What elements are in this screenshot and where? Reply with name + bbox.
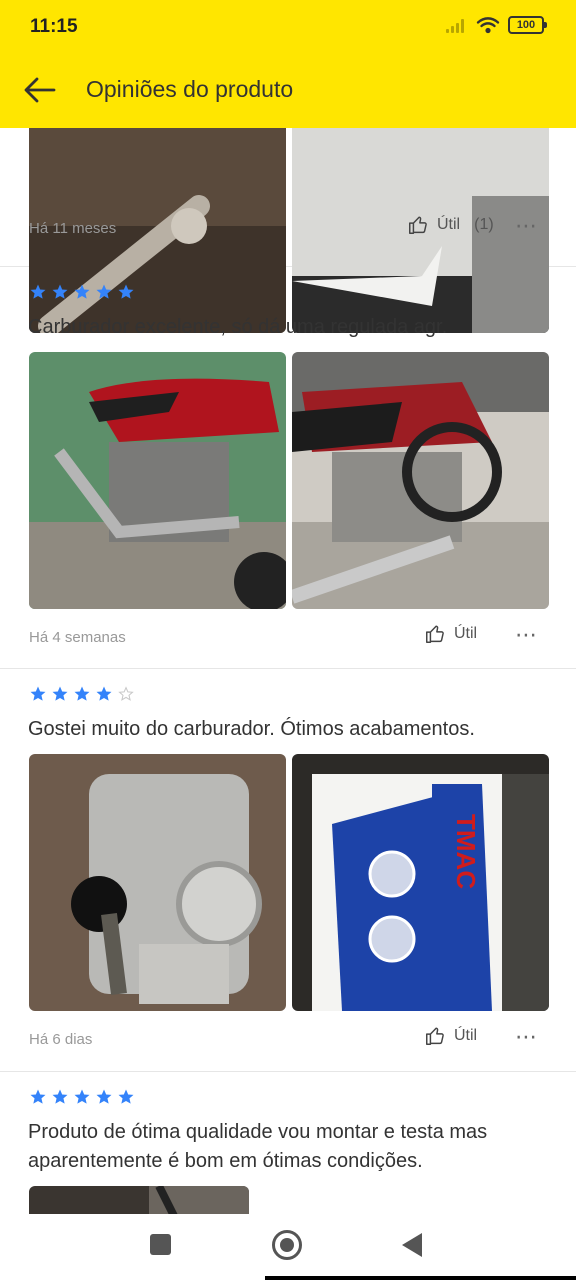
review-photos: TMAC [0, 744, 576, 1011]
useful-button[interactable]: Útil [424, 1025, 477, 1047]
review-footer: Há 11 meses Útil (1) ⋯ [0, 200, 576, 260]
signal-icon [446, 17, 468, 33]
star-rating [0, 267, 576, 301]
svg-text:TMAC: TMAC [451, 814, 481, 889]
system-nav-bar [0, 1214, 576, 1280]
star-filled-icon [73, 283, 91, 301]
star-filled-icon [73, 685, 91, 703]
header: Opiniões do produto [0, 56, 576, 128]
thumbs-up-icon [424, 623, 446, 645]
review-photo-carburetor-box[interactable]: TMAC [292, 754, 549, 1011]
top-app-bar: 11:15 100 Opiniões do produto [0, 0, 576, 128]
home-icon[interactable] [272, 1230, 302, 1260]
review-photo-carburetor-hand[interactable] [29, 754, 286, 1011]
star-filled-icon [117, 283, 135, 301]
review-photos [0, 342, 576, 609]
page-title: Opiniões do produto [86, 76, 294, 102]
back-arrow-icon[interactable] [18, 68, 62, 112]
useful-label: Útil [437, 216, 461, 233]
star-filled-icon [51, 1088, 69, 1106]
star-filled-icon [51, 283, 69, 301]
review-photo-partial[interactable] [29, 1186, 249, 1214]
star-filled-icon [95, 283, 113, 301]
back-icon[interactable] [402, 1233, 422, 1257]
review-item: Há 11 meses Útil (1) ⋯ [0, 128, 576, 333]
recents-icon[interactable] [150, 1234, 171, 1255]
thumbs-up-icon [407, 214, 429, 236]
status-icons: 100 [446, 16, 547, 34]
star-filled-icon [29, 685, 47, 703]
star-filled-icon [117, 1088, 135, 1106]
useful-count: (1) [474, 216, 494, 233]
review-text: Produto de ótima qualidade vou montar e … [28, 1121, 488, 1172]
star-rating [0, 1072, 576, 1106]
review-photo-motorcycle-side[interactable] [29, 352, 286, 609]
useful-button[interactable]: Útil (1) [407, 214, 494, 236]
star-rating [0, 669, 576, 703]
review-date: Há 6 dias [29, 1031, 93, 1048]
more-options-icon[interactable]: ⋯ [515, 213, 538, 239]
wifi-icon [476, 17, 500, 34]
review-photos [0, 1176, 576, 1214]
star-empty-icon [117, 685, 135, 703]
gesture-bar [265, 1276, 576, 1280]
thumbs-up-icon [424, 1025, 446, 1047]
status-time: 11:15 [30, 16, 78, 37]
star-filled-icon [73, 1088, 91, 1106]
status-bar: 11:15 100 [0, 0, 576, 56]
more-options-icon[interactable]: ⋯ [515, 1024, 538, 1050]
review-footer: Há 4 semanas Útil ⋯ [0, 609, 576, 669]
useful-label: Útil [454, 625, 478, 642]
star-filled-icon [29, 283, 47, 301]
star-filled-icon [95, 1088, 113, 1106]
review-text: Gostei muito do carburador. Ótimos acaba… [28, 718, 475, 740]
review-list[interactable]: Há 11 meses Útil (1) ⋯ Carburador excele… [0, 128, 576, 1214]
review-text: Carburador excelente, só dá uma regulada… [28, 316, 448, 338]
useful-label: Útil [454, 1027, 478, 1044]
star-filled-icon [29, 1088, 47, 1106]
more-options-icon[interactable]: ⋯ [515, 622, 538, 648]
review-item: Produto de ótima qualidade vou montar e … [0, 1072, 576, 1214]
review-date: Há 4 semanas [29, 629, 126, 646]
star-filled-icon [51, 685, 69, 703]
review-photo-motorcycle-front[interactable] [292, 352, 549, 609]
review-date: Há 11 meses [29, 220, 117, 237]
review-footer: Há 6 dias Útil ⋯ [0, 1011, 576, 1071]
review-item: Carburador excelente, só dá uma regulada… [0, 267, 576, 669]
useful-button[interactable]: Útil [424, 623, 477, 645]
review-item: Gostei muito do carburador. Ótimos acaba… [0, 669, 576, 1072]
battery-icon: 100 [508, 16, 547, 34]
star-filled-icon [95, 685, 113, 703]
